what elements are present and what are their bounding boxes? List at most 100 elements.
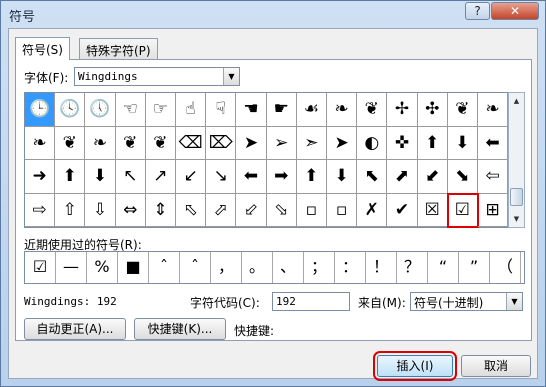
symbol-cell[interactable]: ✗ bbox=[357, 193, 388, 227]
symbol-cell[interactable]: ↖ bbox=[115, 160, 146, 194]
symbol-cell[interactable]: ⬂ bbox=[266, 193, 297, 227]
symbol-cell[interactable]: ➤ bbox=[236, 126, 267, 160]
symbol-cell[interactable]: ❧ bbox=[327, 93, 358, 127]
symbol-cell[interactable]: ➡ bbox=[266, 160, 297, 194]
symbol-cell[interactable]: ⬇ bbox=[85, 160, 116, 194]
insert-button[interactable]: 插入(I) bbox=[373, 351, 457, 381]
close-button[interactable]: ✕ bbox=[491, 2, 539, 20]
symbol-cell[interactable]: ⬊ bbox=[447, 160, 478, 194]
recent-symbol[interactable]: （ bbox=[490, 252, 521, 283]
symbol-cell[interactable]: ⬅ bbox=[236, 160, 267, 194]
symbol-cell[interactable]: ☙ bbox=[296, 93, 327, 127]
symbol-cell[interactable]: ▫ bbox=[327, 193, 358, 227]
chevron-down-icon[interactable]: ▼ bbox=[506, 293, 522, 310]
symbol-cell[interactable]: ☜ bbox=[115, 93, 146, 127]
symbol-cell[interactable]: ☞ bbox=[145, 93, 176, 127]
recent-symbol[interactable]: ˆ bbox=[149, 252, 180, 283]
symbol-cell[interactable]: ✢ bbox=[387, 93, 418, 127]
symbol-cell[interactable]: ❦ bbox=[447, 93, 478, 127]
symbol-cell[interactable]: ✣ bbox=[417, 93, 448, 127]
symbol-cell[interactable]: ✜ bbox=[387, 126, 418, 160]
symbol-cell[interactable]: ✔ bbox=[387, 193, 418, 227]
symbol-cell[interactable]: ❦ bbox=[115, 126, 146, 160]
symbol-cell[interactable]: ❧ bbox=[25, 126, 56, 160]
symbol-cell[interactable]: ☚ bbox=[236, 93, 267, 127]
recent-symbol[interactable]: ■ bbox=[118, 252, 149, 283]
recent-symbol[interactable]: ， bbox=[211, 252, 242, 283]
symbol-cell[interactable]: ☝ bbox=[176, 93, 207, 127]
symbol-cell[interactable]: 🕔 bbox=[85, 93, 116, 127]
symbol-cell[interactable]: ❦ bbox=[145, 126, 176, 160]
grid-scrollbar[interactable]: ▲ ▼ bbox=[508, 92, 525, 228]
symbol-cell[interactable]: ⬇ bbox=[327, 160, 358, 194]
symbol-cell[interactable]: ↗ bbox=[145, 160, 176, 194]
symbol-cell[interactable]: ⬇ bbox=[447, 126, 478, 160]
help-button[interactable]: ? bbox=[465, 2, 490, 20]
symbol-cell[interactable]: ⇔ bbox=[115, 193, 146, 227]
symbol-cell[interactable]: ⬉ bbox=[357, 160, 388, 194]
recent-symbols-list[interactable]: ☑ —% ■ ˆ ˆ，。、；：！？ “” （ bbox=[24, 251, 525, 284]
recent-symbol[interactable]: ？ bbox=[397, 252, 428, 283]
symbol-cell[interactable]: ❦ bbox=[55, 126, 86, 160]
symbol-cell[interactable]: ⬅ bbox=[478, 126, 509, 160]
tab-special-characters[interactable]: 特殊字符(P) bbox=[79, 38, 158, 59]
recent-symbol[interactable]: ！ bbox=[366, 252, 397, 283]
symbol-cell[interactable]: 🕓 bbox=[55, 93, 86, 127]
char-code-input[interactable]: 192 bbox=[272, 292, 350, 311]
symbol-cell[interactable]: ➤ bbox=[327, 126, 358, 160]
symbol-grid[interactable]: 🕒 🕓 🕔 ☜ ☞ ☝ ☟ ☚ ☛ ☙ ❧ ❦ ✢ ✣ ❦ ❧ ❧ ❦ ❧ ❦ ❦ ⌫ ⌦ ➤ ➢ ➣ ➤ ◐ ✜ ⬆ ⬇ ⬅ ➜ ⬆ ⬇ ↖ ↗ ↙ ↘ ⬅… bbox=[24, 92, 510, 228]
recent-symbol[interactable]: ☑ bbox=[25, 252, 56, 283]
symbol-cell[interactable]: ☑ bbox=[446, 192, 479, 228]
symbol-cell[interactable]: ⬃ bbox=[236, 193, 267, 227]
scroll-up-icon[interactable]: ▲ bbox=[509, 93, 524, 109]
recent-symbol[interactable]: ； bbox=[304, 252, 335, 283]
tab-symbols[interactable]: 符号(S) bbox=[15, 37, 70, 60]
symbol-cell[interactable]: ⇩ bbox=[85, 193, 116, 227]
symbol-cell[interactable]: ↙ bbox=[176, 160, 207, 194]
recent-symbol[interactable]: “ bbox=[428, 252, 459, 283]
cancel-button[interactable]: 取消 bbox=[461, 355, 531, 377]
symbol-cell[interactable]: ❧ bbox=[478, 93, 509, 127]
symbol-cell[interactable]: ➜ bbox=[25, 160, 56, 194]
symbol-cell[interactable]: ▫ bbox=[296, 193, 327, 227]
recent-symbol[interactable]: — bbox=[56, 252, 87, 283]
symbol-cell[interactable]: ⇦ bbox=[478, 160, 509, 194]
recent-symbol[interactable]: % bbox=[87, 252, 118, 283]
symbol-cell[interactable]: ❧ bbox=[85, 126, 116, 160]
symbol-cell[interactable]: ❦ bbox=[357, 93, 388, 127]
symbol-cell[interactable]: ⬆ bbox=[417, 126, 448, 160]
symbol-cell[interactable]: ⌦ bbox=[206, 126, 237, 160]
scroll-down-icon[interactable]: ▼ bbox=[509, 211, 524, 227]
symbol-cell[interactable]: ⬀ bbox=[206, 193, 237, 227]
symbol-cell[interactable]: ⇨ bbox=[25, 193, 56, 227]
symbol-cell[interactable]: ↘ bbox=[206, 160, 237, 194]
symbol-cell[interactable]: ⇕ bbox=[145, 193, 176, 227]
symbol-cell[interactable]: ⇧ bbox=[55, 193, 86, 227]
recent-symbol[interactable]: 。 bbox=[242, 252, 273, 283]
symbol-cell[interactable]: ⬁ bbox=[176, 193, 207, 227]
recent-symbol[interactable]: 、 bbox=[273, 252, 304, 283]
recent-symbol[interactable]: ： bbox=[335, 252, 366, 283]
symbol-cell[interactable]: 🕒 bbox=[25, 93, 56, 127]
symbol-cell[interactable]: ➣ bbox=[296, 126, 327, 160]
symbol-cell[interactable]: ⬆ bbox=[55, 160, 86, 194]
font-select[interactable]: Wingdings ▼ bbox=[74, 67, 240, 86]
symbol-cell[interactable]: ⬋ bbox=[417, 160, 448, 194]
recent-symbol[interactable]: ˆ bbox=[180, 252, 211, 283]
symbol-cell[interactable]: ☒ bbox=[417, 193, 448, 227]
symbol-cell[interactable]: ⬆ bbox=[296, 160, 327, 194]
title-bar[interactable]: 符号 ? ✕ bbox=[1, 1, 545, 27]
chevron-down-icon[interactable]: ▼ bbox=[223, 68, 239, 85]
shortcut-key-button[interactable]: 快捷键(K)... bbox=[134, 318, 226, 340]
autocorrect-button[interactable]: 自动更正(A)... bbox=[24, 318, 126, 340]
symbol-cell[interactable]: ◐ bbox=[357, 126, 388, 160]
symbol-cell[interactable]: ☟ bbox=[206, 93, 237, 127]
symbol-cell[interactable]: ⬈ bbox=[387, 160, 418, 194]
symbol-cell[interactable]: ⌫ bbox=[176, 126, 207, 160]
symbol-cell[interactable]: ☛ bbox=[266, 93, 297, 127]
recent-symbol[interactable]: ” bbox=[459, 252, 490, 283]
symbol-cell[interactable]: ⊞ bbox=[478, 193, 509, 227]
symbol-cell[interactable]: ➢ bbox=[266, 126, 297, 160]
from-select[interactable]: 符号(十进制) ▼ bbox=[410, 292, 523, 311]
scroll-thumb[interactable] bbox=[510, 188, 523, 206]
